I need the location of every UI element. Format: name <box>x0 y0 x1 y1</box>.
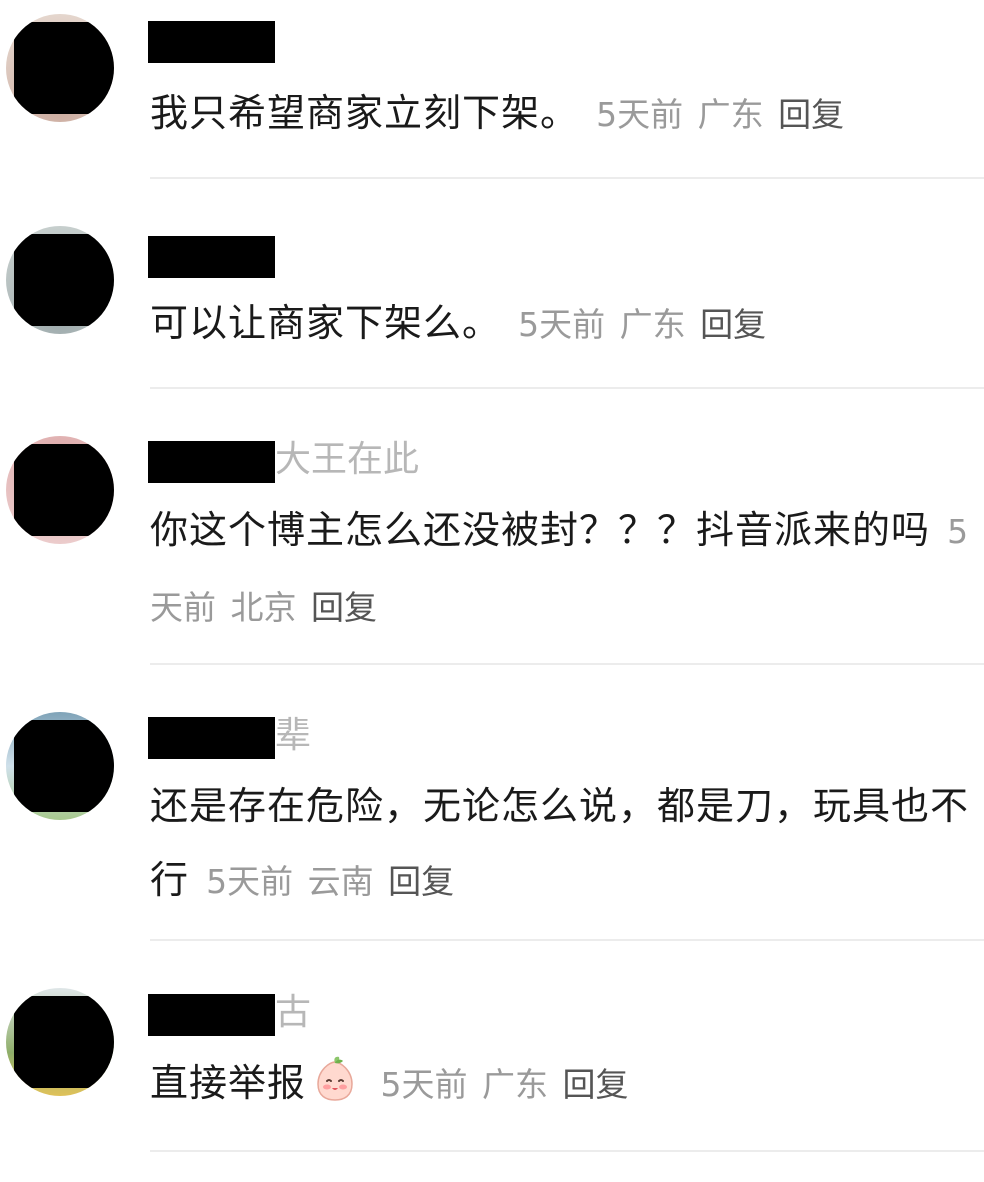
comment-meta: 5天前 广东 回复 <box>592 95 844 134</box>
reply-button[interactable]: 回复 <box>311 588 377 627</box>
comment-location: 云南 <box>307 862 374 901</box>
redaction-box <box>148 994 275 1036</box>
username-visible-part: 大王在此 <box>275 439 420 480</box>
redaction-box <box>14 444 114 536</box>
divider <box>150 177 984 179</box>
redaction-box <box>14 720 114 812</box>
comment-time: 5天前 <box>380 1065 468 1104</box>
comment-time: 5天前 <box>206 862 294 901</box>
comment-location: 广东 <box>619 305 686 344</box>
comment-body: 你这个博主怎么还没被封？？？抖音派来的吗 5天前 北京 回复 <box>150 493 970 645</box>
redaction-box <box>14 234 114 326</box>
comment-location: 广东 <box>482 1065 549 1104</box>
comment-meta: 5天前 广东 回复 <box>366 1065 629 1104</box>
comment-body: 直接举报 5天前 广东 回复 <box>150 1046 970 1122</box>
comment-body: 我只希望商家立刻下架。 5天前 广东 回复 <box>150 76 970 152</box>
avatar[interactable] <box>6 988 114 1096</box>
redaction-box <box>148 441 275 483</box>
redaction-box <box>148 717 275 759</box>
comment-text: 直接举报 <box>150 1061 307 1105</box>
avatar[interactable] <box>6 226 114 334</box>
peach-smile-emoji-icon <box>317 1056 353 1101</box>
divider <box>150 1150 984 1152</box>
comment-body: 还是存在危险，无论怎么说，都是刀，玩具也不行 5天前 云南 回复 <box>150 769 970 919</box>
avatar[interactable] <box>6 436 114 544</box>
divider <box>150 663 984 665</box>
reply-button[interactable]: 回复 <box>700 305 766 344</box>
username-visible-part: 古 <box>275 992 312 1033</box>
comment-text: 你这个博主怎么还没被封？？？抖音派来的吗 <box>150 508 931 552</box>
comment-time: 5天前 <box>518 305 606 344</box>
comment-location: 广东 <box>697 95 764 134</box>
avatar[interactable] <box>6 14 114 122</box>
reply-button[interactable]: 回复 <box>778 95 844 134</box>
comment-time: 5天前 <box>596 95 684 134</box>
reply-button[interactable]: 回复 <box>563 1065 629 1104</box>
divider <box>150 939 984 941</box>
username-visible-part: 辈 <box>275 715 312 756</box>
comment-body: 可以让商家下架么。 5天前 广东 回复 <box>150 286 970 362</box>
comment-meta: 5天前 云南 回复 <box>202 862 454 901</box>
redaction-box <box>148 236 275 278</box>
redaction-box <box>148 21 275 63</box>
redaction-box <box>14 996 114 1088</box>
comment-text: 我只希望商家立刻下架。 <box>150 91 580 135</box>
comment-location: 北京 <box>230 588 297 627</box>
redaction-box <box>14 22 114 114</box>
divider <box>150 387 984 389</box>
reply-button[interactable]: 回复 <box>388 862 454 901</box>
avatar[interactable] <box>6 712 114 820</box>
comment-meta: 5天前 广东 回复 <box>514 305 766 344</box>
comment-text: 可以让商家下架么。 <box>150 301 502 345</box>
